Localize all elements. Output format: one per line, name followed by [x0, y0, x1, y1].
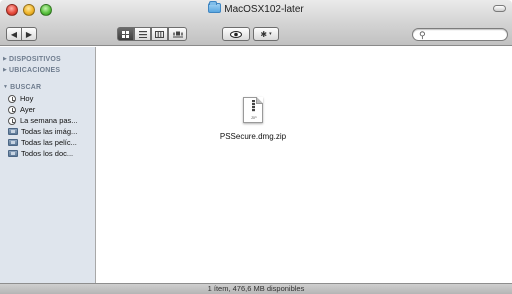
icon-view-icon [122, 30, 129, 38]
quicklook-button[interactable] [222, 27, 250, 41]
status-text: 1 ítem, 476,6 MB disponibles [207, 284, 305, 293]
forward-button[interactable]: ▶ [21, 27, 37, 41]
sidebar-section-search[interactable]: ▼ BUSCAR [0, 82, 95, 93]
window-title: MacOSX102-later [0, 1, 512, 17]
zip-file-icon: ZIP [243, 97, 263, 123]
file-name-label[interactable]: PSSecure.dmg.zip [193, 132, 313, 141]
status-bar: 1 ítem, 476,6 MB disponibles [0, 283, 512, 294]
disclosure-triangle-icon: ▶ [3, 67, 8, 73]
search-icon: ⚲ [419, 30, 426, 40]
back-arrow-icon: ◀ [10, 29, 18, 39]
view-coverflow-mode-button[interactable] [168, 27, 187, 41]
column-view-icon [155, 30, 164, 38]
coverflow-view-icon [172, 31, 183, 37]
sidebar-item-all-images[interactable]: Todas las imág... [0, 126, 95, 137]
gear-icon: ✱ [260, 29, 268, 39]
window-title-text: MacOSX102-later [224, 4, 304, 15]
eye-icon [230, 30, 242, 38]
sidebar-item-all-documents[interactable]: Todos los doc... [0, 148, 95, 159]
sidebar-item-yesterday[interactable]: Ayer [0, 104, 95, 115]
toolbar-toggle-button[interactable] [493, 5, 506, 12]
smart-folder-icon [8, 150, 18, 157]
forward-arrow-icon: ▶ [25, 29, 33, 39]
folder-icon [208, 1, 222, 13]
sidebar-item-last-week[interactable]: La semana pas... [0, 115, 95, 126]
search-field[interactable]: ⚲ [412, 28, 508, 41]
zip-file-icon-label: ZIP [251, 116, 257, 120]
action-menu-button[interactable]: ✱ ▾ [253, 27, 279, 41]
file-item[interactable]: ZIP [243, 97, 263, 123]
sidebar-item-today[interactable]: Hoy [0, 93, 95, 104]
chevron-down-icon: ▾ [269, 31, 272, 37]
file-browser-content: ZIP PSSecure.dmg.zip [97, 47, 512, 283]
sidebar: ▶ DISPOSITIVOS ▶ UBICACIONES ▼ BUSCAR Hoy A… [0, 47, 96, 283]
view-list-mode-button[interactable] [134, 27, 151, 41]
list-view-icon [138, 30, 147, 38]
clock-icon [8, 105, 16, 114]
clock-icon [8, 94, 16, 103]
smart-folder-icon [8, 128, 18, 135]
view-icon-mode-button[interactable] [117, 27, 134, 41]
sidebar-section-devices[interactable]: ▶ DISPOSITIVOS [0, 54, 95, 65]
clock-icon [8, 116, 16, 125]
window-titlebar: MacOSX102-later ◀ ▶ ✱ ▾ ⚲ [0, 0, 512, 46]
disclosure-triangle-open-icon: ▼ [3, 84, 9, 90]
disclosure-triangle-icon: ▶ [3, 56, 8, 62]
view-column-mode-button[interactable] [151, 27, 168, 41]
back-button[interactable]: ◀ [6, 27, 22, 41]
sidebar-section-places[interactable]: ▶ UBICACIONES [0, 65, 95, 76]
smart-folder-icon [8, 139, 18, 146]
sidebar-item-all-movies[interactable]: Todas las pelíc... [0, 137, 95, 148]
zipper-icon [252, 100, 255, 112]
